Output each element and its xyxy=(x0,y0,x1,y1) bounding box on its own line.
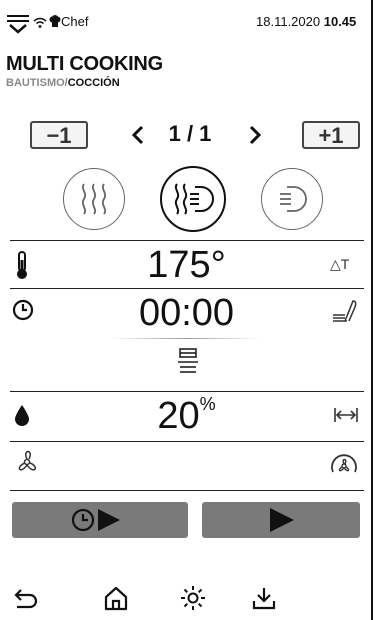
breadcrumb: BAUTISMO/COCCIÓN xyxy=(6,77,120,89)
minus-one-button[interactable]: −1 xyxy=(30,121,88,149)
steam-mode-button[interactable] xyxy=(63,168,125,230)
start-button[interactable] xyxy=(202,502,360,538)
back-arrow-icon xyxy=(14,589,38,609)
breadcrumb-parent[interactable]: BAUTISMO/ xyxy=(6,77,68,89)
delayed-start-button[interactable] xyxy=(12,502,188,538)
status-date: 18.11.2020 xyxy=(256,14,321,29)
temperature-value[interactable]: 175° xyxy=(0,244,373,287)
sun-icon xyxy=(181,586,205,610)
date-time: 18.11.2020 10.45 xyxy=(256,14,356,29)
divider xyxy=(10,490,364,491)
back-button[interactable] xyxy=(10,583,40,613)
menu-icon[interactable] xyxy=(6,14,30,34)
humidity-value: 20 xyxy=(157,395,200,437)
brightness-button[interactable] xyxy=(178,583,208,613)
breadcrumb-current: COCCIÓN xyxy=(67,77,120,89)
prev-step-button[interactable] xyxy=(128,120,148,150)
play-icon xyxy=(270,508,294,532)
next-step-button[interactable] xyxy=(245,120,265,150)
convection-mode-button[interactable] xyxy=(261,168,323,230)
humidity-display[interactable]: 20% xyxy=(0,394,373,438)
core-probe-icon[interactable] xyxy=(331,297,359,325)
steam-level-icon[interactable] xyxy=(176,346,200,374)
plus-one-button[interactable]: +1 xyxy=(302,121,360,149)
download-button[interactable] xyxy=(249,583,279,613)
timer-play-icon xyxy=(71,508,120,532)
home-icon xyxy=(104,586,128,611)
combi-mode-button[interactable] xyxy=(160,166,226,232)
fan-icon[interactable] xyxy=(12,447,42,477)
humidity-unit: % xyxy=(199,394,216,414)
user-name: Chef xyxy=(61,14,89,29)
home-button[interactable] xyxy=(101,583,131,613)
download-icon xyxy=(252,588,276,610)
timer-underline xyxy=(110,338,260,339)
status-time: 10.45 xyxy=(323,14,357,29)
divider xyxy=(10,288,364,289)
steam-icon xyxy=(81,183,107,215)
divider xyxy=(10,391,364,392)
wifi-icon xyxy=(33,16,47,28)
timer-value[interactable]: 00:00 xyxy=(0,292,373,335)
delta-t-toggle[interactable]: △T xyxy=(330,256,349,273)
step-counter: 1 / 1 xyxy=(168,121,212,146)
combi-icon xyxy=(174,183,214,215)
divider xyxy=(10,240,364,241)
chef-hat-icon xyxy=(49,15,61,28)
convection-icon xyxy=(280,186,307,212)
page-title: MULTI COOKING xyxy=(6,53,163,75)
fan-speed-gauge-icon[interactable] xyxy=(329,448,359,478)
divider xyxy=(10,441,364,442)
width-adjust-icon[interactable] xyxy=(333,405,359,425)
